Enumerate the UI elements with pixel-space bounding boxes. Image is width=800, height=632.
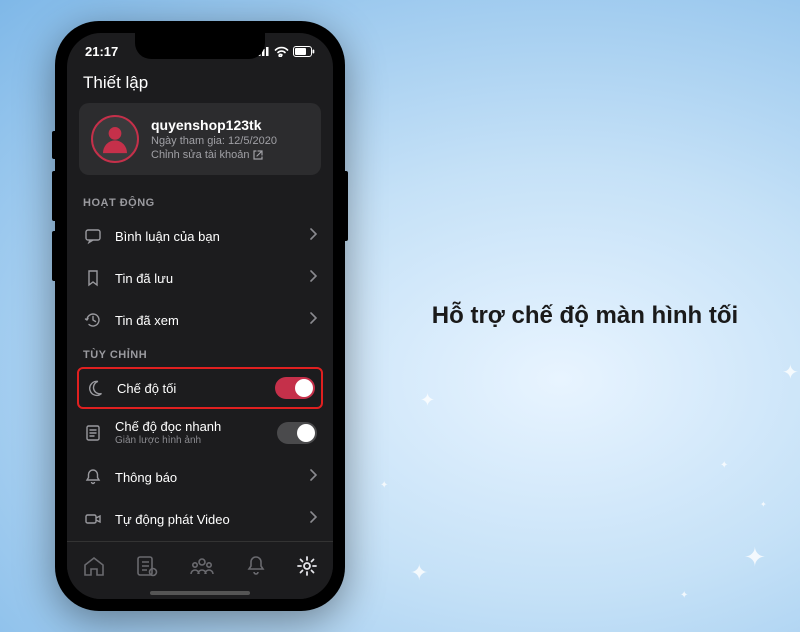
notch [135, 33, 265, 59]
joined-date: Ngày tham gia: 12/5/2020 [151, 133, 277, 150]
external-link-icon [253, 150, 263, 160]
row-label: Tin đã lưu [115, 271, 297, 286]
headline: Hỗ trợ chế độ màn hình tối [432, 302, 738, 330]
video-icon [83, 510, 103, 528]
tab-bar [67, 541, 333, 599]
article-icon [83, 424, 103, 442]
screen: 21:17 Thiết lập quyenshop123tk [67, 33, 333, 599]
row-quick-read[interactable]: Chế độ đọc nhanh Giản lược hình ảnh [67, 409, 333, 456]
row-label: Chế độ đọc nhanh Giản lược hình ảnh [115, 419, 265, 446]
tab-notifications[interactable] [245, 555, 267, 577]
tab-settings[interactable] [296, 555, 318, 577]
avatar [91, 115, 139, 163]
row-sublabel: Giản lược hình ảnh [115, 435, 265, 446]
moon-icon [85, 379, 105, 397]
dark-mode-toggle[interactable] [275, 377, 315, 399]
bookmark-icon [83, 269, 103, 287]
row-notifications[interactable]: Thông báo [67, 456, 333, 498]
section-customize-title: TÙY CHỈNH [67, 341, 333, 367]
chevron-right-icon [309, 311, 317, 329]
row-dark-mode[interactable]: Chế độ tối [77, 367, 323, 409]
clock: 21:17 [85, 44, 118, 59]
row-label: Chế độ tối [117, 381, 263, 396]
chevron-right-icon [309, 227, 317, 245]
edit-account-link[interactable]: Chỉnh sửa tài khoản [151, 149, 277, 161]
tab-news[interactable] [135, 555, 159, 577]
page-title: Thiết lập [67, 69, 333, 103]
quick-read-toggle[interactable] [277, 422, 317, 444]
profile-card[interactable]: quyenshop123tk Ngày tham gia: 12/5/2020 … [79, 103, 321, 175]
row-label: Tự động phát Video [115, 512, 297, 527]
chevron-right-icon [309, 269, 317, 287]
row-label: Bình luận của bạn [115, 229, 297, 244]
history-icon [83, 311, 103, 329]
row-label: Thông báo [115, 470, 297, 485]
battery-icon [293, 46, 315, 57]
row-saved[interactable]: Tin đã lưu [67, 257, 333, 299]
section-activity-title: HOẠT ĐỘNG [67, 189, 333, 215]
phone-frame: 21:17 Thiết lập quyenshop123tk [55, 21, 345, 611]
row-autoplay[interactable]: Tự động phát Video [67, 498, 333, 540]
tab-community[interactable] [189, 555, 215, 577]
bell-icon [83, 468, 103, 486]
row-label: Tin đã xem [115, 313, 297, 328]
row-viewed[interactable]: Tin đã xem [67, 299, 333, 341]
username: quyenshop123tk [151, 117, 277, 133]
row-comments[interactable]: Bình luận của bạn [67, 215, 333, 257]
comment-icon [83, 227, 103, 245]
profile-info: quyenshop123tk Ngày tham gia: 12/5/2020 … [151, 117, 277, 162]
chevron-right-icon [309, 468, 317, 486]
tab-home[interactable] [82, 555, 106, 577]
wifi-icon [274, 46, 289, 57]
home-indicator[interactable] [150, 591, 250, 595]
chevron-right-icon [309, 510, 317, 528]
